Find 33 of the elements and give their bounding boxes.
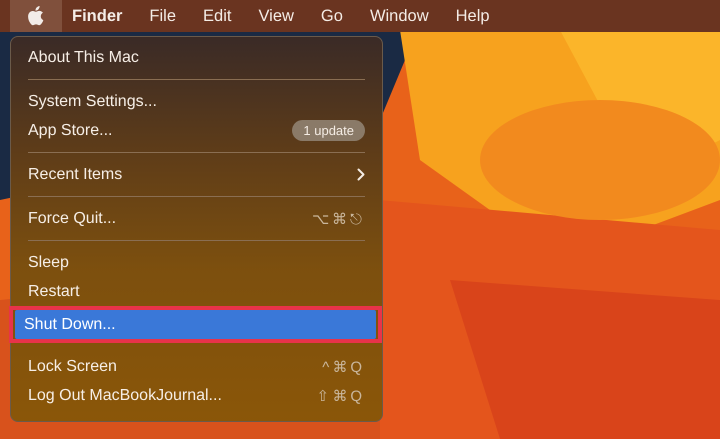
menu-item-label: Force Quit...: [28, 210, 118, 228]
menu-item[interactable]: Lock Screen ^⌘Q: [19, 352, 374, 381]
keyboard-shortcut: ⇧⌘Q: [316, 386, 365, 404]
menu-item-label: Log Out MacBookJournal...: [28, 386, 223, 404]
menu-item[interactable]: Recent Items: [19, 160, 374, 189]
menu-item[interactable]: Sleep: [19, 248, 374, 277]
menu-bar-item[interactable]: File: [149, 6, 176, 26]
menu-item[interactable]: System Settings...: [19, 87, 374, 116]
menu-item-label: Sleep: [28, 254, 70, 272]
menu-item-label: App Store...: [28, 122, 114, 140]
menu-bar-item[interactable]: Edit: [203, 6, 232, 26]
menu-item[interactable]: About This Mac: [19, 43, 374, 72]
menu-item[interactable]: Restart: [19, 277, 374, 306]
update-badge: 1 update: [292, 120, 365, 141]
menu-bar-item[interactable]: Finder: [72, 6, 122, 26]
menu-item-label: Lock Screen: [28, 358, 118, 376]
apple-icon: [28, 6, 44, 26]
menu-bar-item[interactable]: View: [258, 6, 294, 26]
menu-item-label: Restart: [28, 282, 81, 300]
menu-item[interactable]: Log Out MacBookJournal... ⇧⌘Q: [19, 381, 374, 410]
menu-item-label: Shut Down...: [24, 316, 117, 334]
keyboard-shortcut: ⌥⌘⎋: [312, 210, 365, 228]
menu-bar-item[interactable]: Window: [370, 6, 429, 26]
menu-item[interactable]: Shut Down...: [15, 310, 376, 339]
menu-item[interactable]: App Store... 1 update: [19, 116, 374, 145]
keyboard-shortcut: ^⌘Q: [322, 358, 365, 376]
menu-item[interactable]: Force Quit... ⌥⌘⎋: [19, 204, 374, 233]
menu-bar-item[interactable]: Help: [456, 6, 490, 26]
menu-bar-item[interactable]: Go: [320, 6, 343, 26]
apple-menu-button[interactable]: [10, 0, 62, 32]
menu-item-label: About This Mac: [28, 48, 140, 66]
menu-item-label: System Settings...: [28, 92, 158, 110]
menu-item-label: Recent Items: [28, 166, 124, 184]
